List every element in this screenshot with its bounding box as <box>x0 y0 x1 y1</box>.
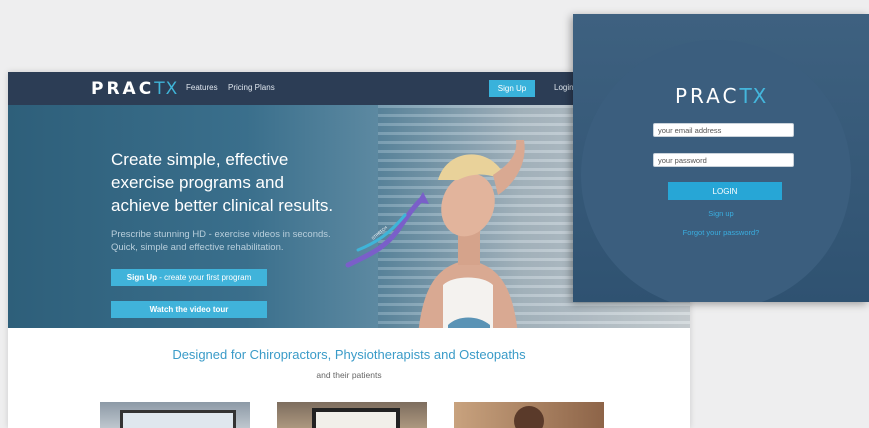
tablet-screen-graphic <box>120 410 236 428</box>
brand-logo[interactable]: PRACTX <box>91 79 178 99</box>
feature-thumbnail-phone <box>277 402 427 428</box>
section-tagline-sub: and their patients <box>316 370 382 380</box>
hero-signup-bold: Sign Up <box>126 273 157 282</box>
login-panel: PRACTX LOGIN Sign up Forgot your passwor… <box>573 14 869 302</box>
nav-link-pricing[interactable]: Pricing Plans <box>228 83 275 92</box>
login-brand-main: PRAC <box>675 84 740 108</box>
hero-subtext-line: Prescribe stunning HD - exercise videos … <box>111 229 331 240</box>
email-input[interactable] <box>653 123 794 137</box>
brand-logo-accent: TX <box>154 79 179 99</box>
brand-logo-main: PRAC <box>91 79 155 99</box>
signup-link[interactable]: Sign up <box>573 209 869 218</box>
nav-signup-button[interactable]: Sign Up <box>489 80 535 97</box>
hero-headline-line: achieve better clinical results. <box>111 196 334 215</box>
hero-headline: Create simple, effective exercise progra… <box>111 148 361 217</box>
login-button[interactable]: LOGIN <box>668 182 782 200</box>
nav-link-features[interactable]: Features <box>186 83 218 92</box>
hero-subtext-line: Quick, simple and effective rehabilitati… <box>111 242 284 253</box>
hero-headline-line: exercise programs and <box>111 173 284 192</box>
feature-thumbnail-exercise <box>454 402 604 428</box>
phone-screen-graphic <box>312 408 400 428</box>
nav-login-link[interactable]: Login <box>554 83 574 92</box>
password-input[interactable] <box>653 153 794 167</box>
hero-signup-rest: - create your first program <box>156 273 252 282</box>
feature-thumbnail-tablet <box>100 402 250 428</box>
login-circle-background <box>581 40 851 302</box>
forgot-password-link[interactable]: Forgot your password? <box>573 228 869 237</box>
hero-headline-line: Create simple, effective <box>111 150 289 169</box>
login-brand-logo: PRACTX <box>675 84 767 108</box>
exercise-person-graphic <box>514 406 544 428</box>
login-brand-accent: TX <box>739 84 768 108</box>
section-tagline: Designed for Chiropractors, Physiotherap… <box>172 347 526 362</box>
hero-subtext: Prescribe stunning HD - exercise videos … <box>111 228 381 254</box>
hero-signup-button[interactable]: Sign Up - create your first program <box>111 269 267 286</box>
video-tour-button[interactable]: Watch the video tour <box>111 301 267 318</box>
